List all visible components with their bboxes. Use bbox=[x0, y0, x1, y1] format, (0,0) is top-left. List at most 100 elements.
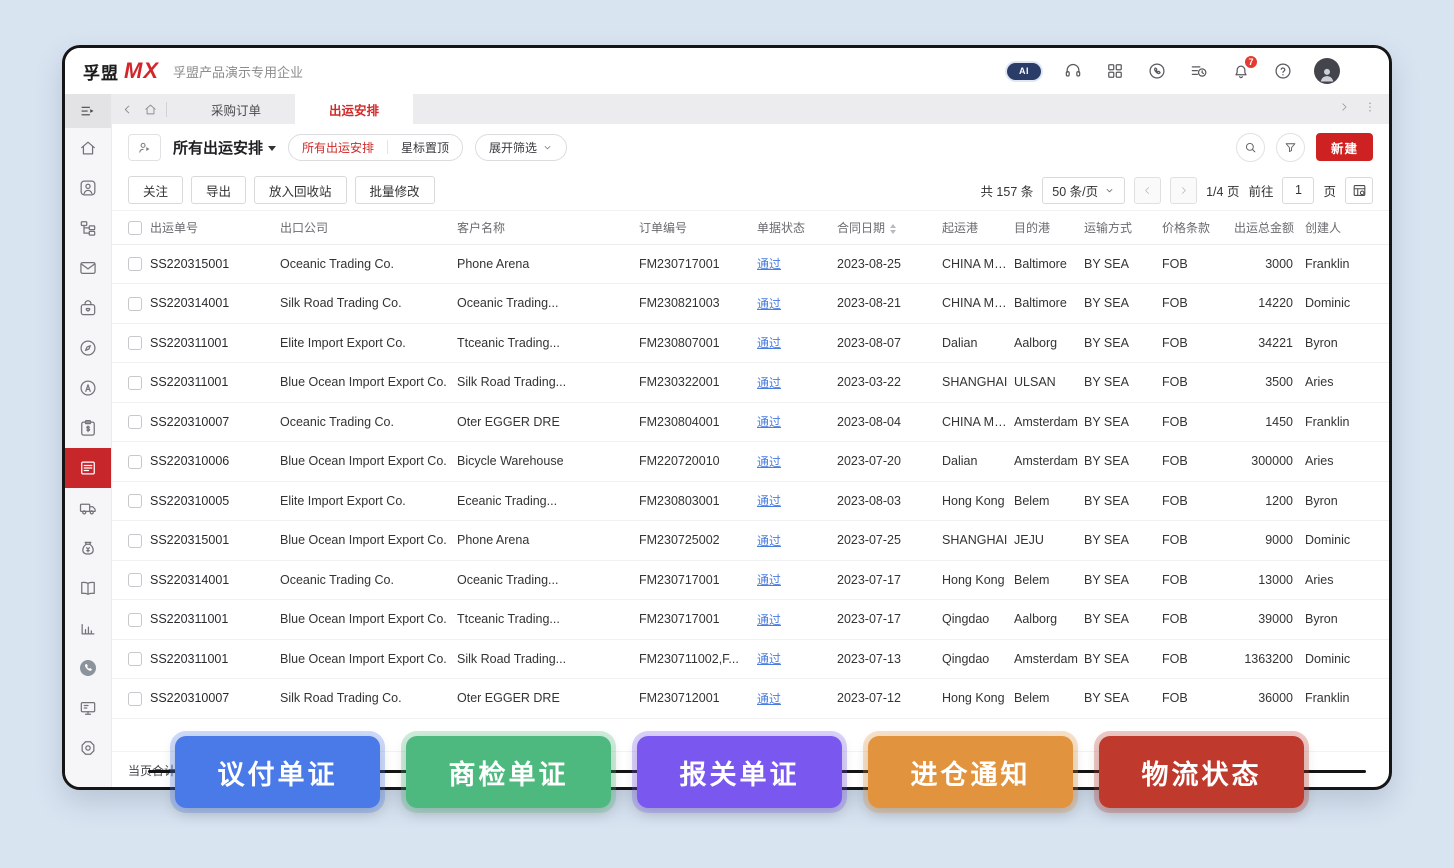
chevron-down-icon[interactable] bbox=[1361, 65, 1373, 77]
table-row[interactable]: SS220314001Silk Road Trading Co.Oceanic … bbox=[112, 284, 1389, 324]
chevron-left-icon[interactable] bbox=[120, 102, 135, 117]
process-button-negotiation-docs[interactable]: 议付单证 bbox=[175, 736, 380, 808]
row-checkbox[interactable] bbox=[128, 573, 142, 587]
sidebar-item-device-monitor[interactable] bbox=[65, 688, 111, 728]
status-link[interactable]: 通过 bbox=[757, 336, 781, 350]
sidebar-item-truck[interactable] bbox=[65, 488, 111, 528]
sidebar-item-report-chart[interactable] bbox=[65, 608, 111, 648]
status-link[interactable]: 通过 bbox=[757, 652, 781, 666]
ai-assistant-button[interactable]: AI bbox=[1007, 63, 1041, 80]
export-button[interactable]: 导出 bbox=[191, 176, 246, 204]
new-button[interactable]: 新建 bbox=[1316, 133, 1373, 161]
sidebar-item-whatsapp-filled[interactable] bbox=[65, 648, 111, 688]
process-button-warehouse-notice[interactable]: 进仓通知 bbox=[868, 736, 1073, 808]
sidebar-item-home[interactable] bbox=[65, 128, 111, 168]
goto-page-input[interactable] bbox=[1282, 177, 1314, 204]
row-checkbox[interactable] bbox=[128, 534, 142, 548]
sort-icon[interactable] bbox=[890, 224, 896, 234]
table-header-row: 出运单号出口公司客户名称订单编号单据状态合同日期起运港目的港运输方式价格条款出运… bbox=[112, 211, 1389, 244]
row-checkbox[interactable] bbox=[128, 376, 142, 390]
kebab-menu-icon[interactable] bbox=[1363, 100, 1377, 119]
whatsapp-icon bbox=[1147, 61, 1167, 81]
row-checkbox[interactable] bbox=[128, 494, 142, 508]
expand-filters-button[interactable]: 展开筛选 bbox=[475, 134, 567, 161]
table-row[interactable]: SS220314001Oceanic Trading Co.Oceanic Tr… bbox=[112, 560, 1389, 600]
table-row[interactable]: SS220315001Blue Ocean Import Export Co.P… bbox=[112, 521, 1389, 561]
status-link[interactable]: 通过 bbox=[757, 494, 781, 508]
sidebar-item-org-structure[interactable] bbox=[65, 208, 111, 248]
table-row[interactable]: SS220310007Silk Road Trading Co.Oter EGG… bbox=[112, 679, 1389, 719]
view-switch-icon[interactable] bbox=[128, 134, 161, 161]
sidebar-item-mail[interactable] bbox=[65, 248, 111, 288]
row-checkbox[interactable] bbox=[128, 415, 142, 429]
status-link[interactable]: 通过 bbox=[757, 534, 781, 548]
cell-price-term: FOB bbox=[1162, 442, 1234, 482]
table-row[interactable]: SS220311001Blue Ocean Import Export Co.S… bbox=[112, 363, 1389, 403]
sidebar-item-shipping-doc[interactable] bbox=[65, 448, 111, 488]
row-checkbox[interactable] bbox=[128, 613, 142, 627]
batch-edit-button[interactable]: 批量修改 bbox=[355, 176, 435, 204]
chevron-right-icon[interactable] bbox=[1337, 100, 1351, 119]
view-title-dropdown[interactable]: 所有出运安排 bbox=[173, 137, 276, 158]
table-row[interactable]: SS220310005Elite Import Export Co.Eceani… bbox=[112, 481, 1389, 521]
status-link[interactable]: 通过 bbox=[757, 415, 781, 429]
status-link[interactable]: 通过 bbox=[757, 376, 781, 390]
status-link[interactable]: 通过 bbox=[757, 297, 781, 311]
sidebar-item-contacts[interactable] bbox=[65, 168, 111, 208]
user-avatar[interactable] bbox=[1314, 58, 1340, 84]
funnel-filter-button[interactable] bbox=[1276, 133, 1305, 162]
page-size-select[interactable]: 50 条/页 bbox=[1042, 177, 1125, 204]
pill-star-pinned[interactable]: 星标置顶 bbox=[388, 135, 462, 160]
row-checkbox[interactable] bbox=[128, 257, 142, 271]
status-link[interactable]: 通过 bbox=[757, 573, 781, 587]
cell-port-loading: Qingdao bbox=[942, 600, 1014, 640]
whatsapp-button[interactable] bbox=[1146, 61, 1167, 82]
table-row[interactable]: SS220311001Elite Import Export Co.Ttcean… bbox=[112, 323, 1389, 363]
tab-shipping-arrangement[interactable]: 出运安排 bbox=[295, 94, 413, 124]
bell-button[interactable]: 7 bbox=[1230, 61, 1251, 82]
prev-page-button[interactable] bbox=[1134, 177, 1161, 204]
process-button-inspection-docs[interactable]: 商检单证 bbox=[406, 736, 611, 808]
cell-price-term: FOB bbox=[1162, 560, 1234, 600]
sidebar-item-product-bag[interactable] bbox=[65, 288, 111, 328]
table-row[interactable]: SS220310007Oceanic Trading Co.Oter EGGER… bbox=[112, 402, 1389, 442]
pill-all-shipments[interactable]: 所有出运安排 bbox=[289, 135, 387, 160]
row-checkbox[interactable] bbox=[128, 692, 142, 706]
grid-button[interactable] bbox=[1104, 61, 1125, 82]
status-link[interactable]: 通过 bbox=[757, 455, 781, 469]
next-page-button[interactable] bbox=[1170, 177, 1197, 204]
search-button[interactable] bbox=[1236, 133, 1265, 162]
follow-button[interactable]: 关注 bbox=[128, 176, 183, 204]
cell-port-dest: Baltimore bbox=[1014, 284, 1084, 324]
row-checkbox[interactable] bbox=[128, 297, 142, 311]
tab-purchase-orders[interactable]: 采购订单 bbox=[177, 94, 295, 124]
sidebar-item-compass[interactable] bbox=[65, 328, 111, 368]
column-settings-button[interactable] bbox=[1345, 177, 1373, 204]
row-checkbox[interactable] bbox=[128, 455, 142, 469]
process-button-customs-docs[interactable]: 报关单证 bbox=[637, 736, 842, 808]
row-checkbox[interactable] bbox=[128, 336, 142, 350]
sidebar-item-finance-moneybag[interactable] bbox=[65, 528, 111, 568]
process-button-logistics-status[interactable]: 物流状态 bbox=[1099, 736, 1304, 808]
table-row[interactable]: SS220315001Oceanic Trading Co.Phone Aren… bbox=[112, 244, 1389, 284]
sidebar-collapse-button[interactable] bbox=[65, 94, 111, 128]
headset-button[interactable] bbox=[1062, 61, 1083, 82]
table-row[interactable]: SS220311001Blue Ocean Import Export Co.T… bbox=[112, 600, 1389, 640]
sidebar-item-marketing-a[interactable] bbox=[65, 368, 111, 408]
row-checkbox[interactable] bbox=[128, 652, 142, 666]
select-all-checkbox[interactable] bbox=[128, 221, 142, 235]
history-button[interactable] bbox=[1188, 61, 1209, 82]
home-tab-icon[interactable] bbox=[143, 102, 158, 117]
table-row[interactable]: SS220310006Blue Ocean Import Export Co.B… bbox=[112, 442, 1389, 482]
cell-price-term: FOB bbox=[1162, 639, 1234, 679]
sidebar-item-ledger-book[interactable] bbox=[65, 568, 111, 608]
status-link[interactable]: 通过 bbox=[757, 257, 781, 271]
recycle-bin-button[interactable]: 放入回收站 bbox=[254, 176, 347, 204]
expand-filters-label: 展开筛选 bbox=[489, 139, 537, 156]
help-button[interactable] bbox=[1272, 61, 1293, 82]
sidebar-item-quotation-clipboard[interactable] bbox=[65, 408, 111, 448]
sidebar-item-settings-gear[interactable] bbox=[65, 728, 111, 768]
status-link[interactable]: 通过 bbox=[757, 613, 781, 627]
table-row[interactable]: SS220311001Blue Ocean Import Export Co.S… bbox=[112, 639, 1389, 679]
status-link[interactable]: 通过 bbox=[757, 692, 781, 706]
